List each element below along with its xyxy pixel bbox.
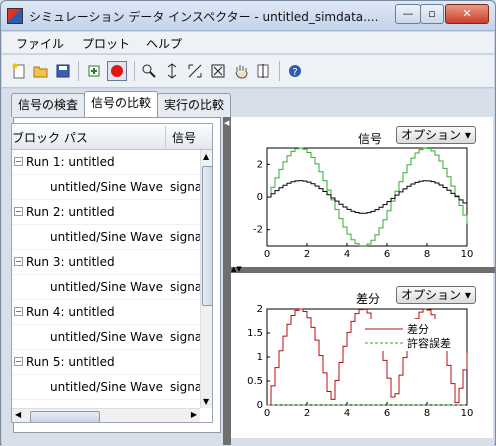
run-row[interactable]: − Run 1: untitled — [12, 150, 200, 175]
record-icon[interactable] — [107, 61, 127, 81]
y-tick-label: 2 — [257, 159, 263, 170]
svg-text:?: ? — [292, 67, 297, 78]
signal-row[interactable]: untitled/Sine Wave signa — [12, 375, 202, 400]
collapse-icon[interactable]: − — [14, 257, 23, 266]
toolbar: ? — [2, 55, 494, 88]
signal-row[interactable]: untitled/Sine Wave signa — [12, 225, 202, 250]
pan-hand-icon[interactable] — [231, 61, 251, 81]
difference-plot[interactable]: 0 2 4 6 8 10 0 0.5 1 1.5 2 差分許容誤差 — [231, 301, 493, 438]
zoom-x-icon[interactable] — [162, 61, 182, 81]
scroll-down-icon[interactable]: ▼ — [203, 397, 209, 406]
x-tick-label: 2 — [304, 249, 310, 260]
column-signal[interactable]: 信号 — [172, 129, 196, 146]
menu-bar: ファイル プロット ヘルプ — [2, 32, 494, 54]
app-icon — [7, 8, 23, 24]
x-tick-label: 10 — [461, 408, 474, 419]
scroll-up-icon[interactable]: ▲ — [203, 152, 209, 161]
signal-row[interactable]: untitled/Sine Wave signa — [12, 325, 202, 350]
y-tick-label: 2 — [257, 304, 263, 315]
x-tick-label: 6 — [384, 249, 390, 260]
window-title: シミュレーション データ インスペクター - untitled_simdata.… — [29, 10, 379, 24]
save-icon[interactable] — [53, 61, 73, 81]
horizontal-scroll-thumb[interactable] — [30, 411, 100, 422]
collapse-icon[interactable]: − — [14, 207, 23, 216]
table-header: ブロック パス 信号 — [12, 124, 212, 150]
x-tick-label: 10 — [461, 249, 474, 260]
x-tick-label: 0 — [264, 408, 270, 419]
help-icon[interactable]: ? — [285, 61, 305, 81]
signal-row[interactable]: untitled/Sine Wave signa — [12, 275, 202, 300]
vertical-scroll-thumb[interactable] — [202, 166, 212, 306]
tab-compare-signals[interactable]: 信号の比較 — [84, 91, 158, 117]
collapse-up-icon[interactable]: ▲▼ — [231, 265, 242, 273]
x-tick-label: 0 — [264, 249, 270, 260]
collapse-icon[interactable]: − — [14, 157, 23, 166]
run-row[interactable]: − Run 4: untitled — [12, 300, 200, 325]
x-tick-label: 8 — [424, 249, 430, 260]
zoom-y-icon[interactable] — [185, 61, 205, 81]
x-tick-label: 4 — [344, 408, 350, 419]
data-cursor-icon[interactable] — [254, 61, 274, 81]
y-tick-label: 0 — [257, 192, 263, 203]
close-button[interactable]: ✕ — [445, 4, 489, 24]
tab-compare-runs[interactable]: 実行の比較 — [157, 93, 231, 117]
scroll-left-icon[interactable]: ◀ — [15, 410, 21, 419]
signal-table: ブロック パス 信号 − Run 1: untitled untitled/Si… — [11, 123, 213, 423]
y-tick-label: -2 — [253, 225, 263, 236]
menu-help[interactable]: ヘルプ — [146, 35, 182, 52]
horizontal-scrollbar[interactable]: ◀ ▶ — [12, 408, 200, 422]
app-window: シミュレーション データ インスペクター - untitled_simdata.… — [0, 0, 496, 446]
new-file-icon[interactable] — [9, 61, 29, 81]
x-tick-label: 4 — [344, 249, 350, 260]
x-tick-label: 2 — [304, 408, 310, 419]
collapse-icon[interactable]: − — [14, 307, 23, 316]
signal-row[interactable]: untitled/Sine Wave signa — [12, 175, 202, 200]
tab-inspect[interactable]: 信号の検査 — [11, 93, 85, 117]
fit-to-view-icon[interactable] — [208, 61, 228, 81]
legend-tolerance-label: 許容誤差 — [407, 336, 451, 350]
menu-plot[interactable]: プロット — [82, 35, 130, 52]
collapse-left-icon[interactable]: ◀ — [224, 119, 229, 127]
y-tick-label: 1.5 — [247, 328, 263, 339]
x-tick-label: 6 — [384, 408, 390, 419]
vertical-scrollbar[interactable]: ▲ ▼ — [200, 150, 212, 408]
scroll-right-icon[interactable]: ▶ — [191, 410, 197, 419]
import-icon[interactable] — [84, 61, 104, 81]
menu-file[interactable]: ファイル — [16, 35, 64, 52]
y-tick-label: 1 — [257, 352, 263, 363]
maximize-button[interactable]: ▫ — [420, 4, 444, 24]
signal-plot[interactable]: 0 2 4 6 8 10 -2 0 2 — [231, 146, 493, 267]
legend-difference-label: 差分 — [407, 322, 429, 336]
top-options-button[interactable]: オプション ▾ — [396, 126, 476, 144]
column-block-path[interactable]: ブロック パス — [12, 129, 88, 146]
minimize-button[interactable]: — — [395, 4, 421, 24]
run-row[interactable]: − Run 2: untitled — [12, 200, 200, 225]
zoom-in-icon[interactable] — [139, 61, 159, 81]
vertical-splitter[interactable]: ◀ — [223, 117, 231, 445]
y-tick-label: 0.5 — [247, 376, 263, 387]
signal-plot-title: 信号 — [358, 132, 383, 146]
plot-area — [266, 147, 468, 247]
x-tick-label: 8 — [424, 408, 430, 419]
y-tick-label: 0 — [257, 400, 263, 411]
open-folder-icon[interactable] — [31, 61, 51, 81]
run-row[interactable]: − Run 3: untitled — [12, 250, 200, 275]
collapse-icon[interactable]: − — [14, 357, 23, 366]
run-row[interactable]: − Run 5: untitled — [12, 350, 200, 375]
title-bar: シミュレーション データ インスペクター - untitled_simdata.… — [1, 1, 495, 31]
